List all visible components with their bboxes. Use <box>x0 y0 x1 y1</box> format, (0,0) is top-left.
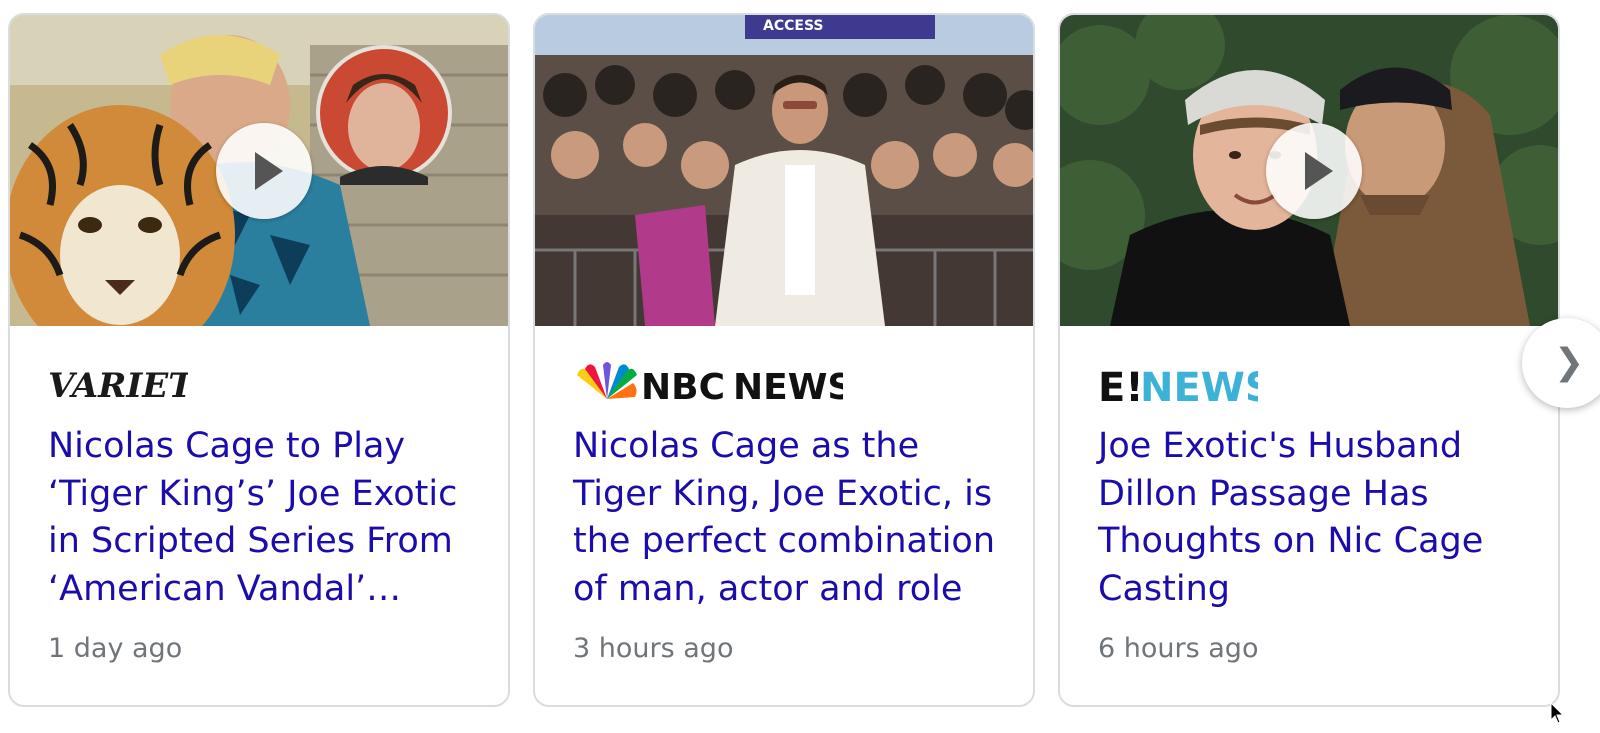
play-video-icon[interactable] <box>1266 123 1362 219</box>
thumbnail-image[interactable] <box>10 15 508 326</box>
variety-logo-text: VARIETY <box>48 366 188 406</box>
mouse-cursor-icon <box>1550 702 1564 724</box>
thumbnail-image[interactable] <box>1060 15 1558 326</box>
news-carousel: VARIETY Nicolas Cage to Play ‘Tiger King… <box>0 0 1600 733</box>
headline-link[interactable]: Joe Exotic's Husband Dillon Passage Has … <box>1098 423 1538 613</box>
nbc-logo-text: NBC <box>641 367 725 407</box>
news-logo-text: NEWS <box>1140 365 1258 407</box>
e-logo-text: E! <box>1098 365 1144 407</box>
news-card[interactable]: E! NEWS Joe Exotic's Husband Dillon Pass… <box>1058 13 1560 707</box>
headline-link[interactable]: Nicolas Cage to Play ‘Tiger King’s’ Joe … <box>48 423 488 613</box>
source-logo-nbc-news: NBC NEWS <box>573 361 853 408</box>
play-video-icon[interactable] <box>216 123 312 219</box>
publish-time: 3 hours ago <box>573 633 734 664</box>
source-logo-e-news: E! NEWS <box>1098 361 1274 411</box>
headline-link[interactable]: Nicolas Cage as the Tiger King, Joe Exot… <box>573 423 1013 613</box>
news-logo-text: NEWS <box>733 367 843 407</box>
publish-time: 1 day ago <box>48 633 183 664</box>
banner-text: ACCESS <box>763 18 823 34</box>
news-card[interactable]: ACCESS NBC NEWS Nicolas Cage as the Tige… <box>533 13 1035 707</box>
chevron-right-icon: ❯ <box>1554 342 1585 383</box>
source-logo-variety: VARIETY <box>48 361 220 407</box>
news-card[interactable]: VARIETY Nicolas Cage to Play ‘Tiger King… <box>8 13 510 707</box>
thumbnail-image[interactable]: ACCESS <box>535 15 1033 326</box>
publish-time: 6 hours ago <box>1098 633 1259 664</box>
